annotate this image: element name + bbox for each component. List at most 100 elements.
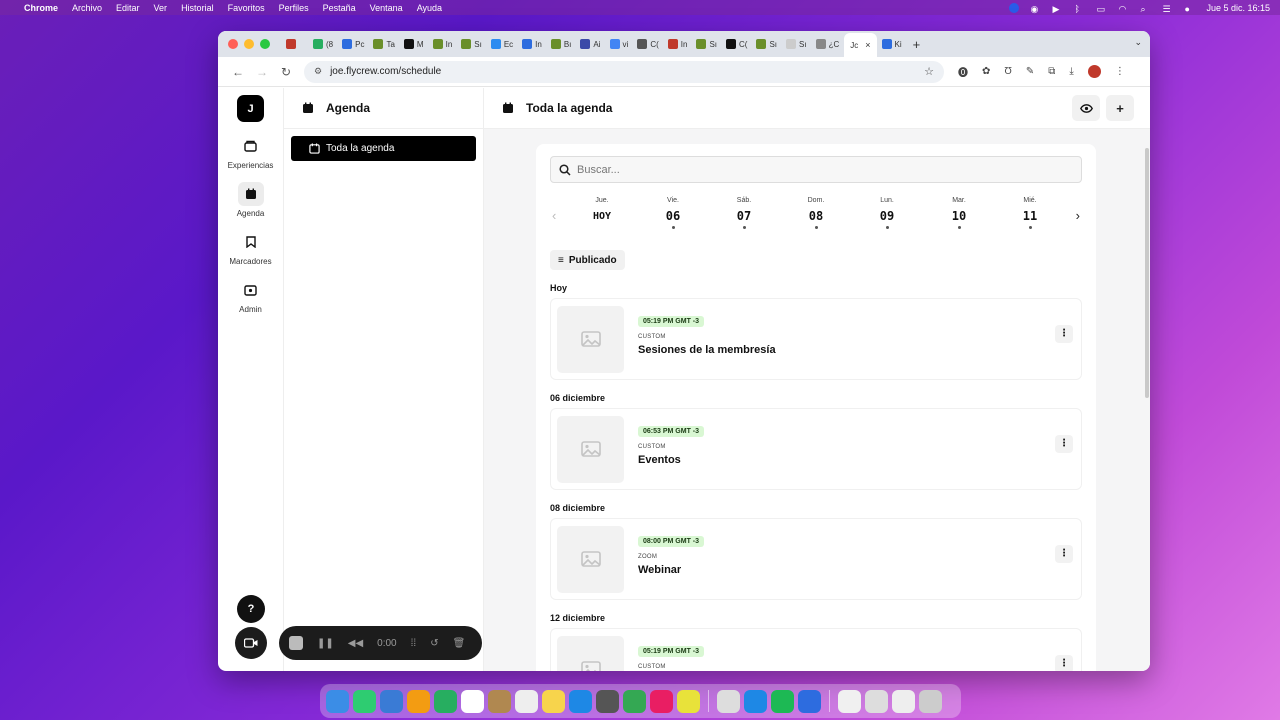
camera-record-button[interactable] — [235, 627, 267, 659]
rail-item-agenda[interactable]: Agenda — [218, 182, 283, 218]
dock-folder-app-icon-0[interactable] — [838, 689, 861, 713]
dock-app-icon-4[interactable] — [434, 689, 457, 713]
control-center-icon[interactable]: ☰ — [1162, 4, 1173, 14]
event-more-options-icon[interactable]: ⋮ — [1055, 655, 1073, 671]
extension-badge-icon[interactable]: ✿ — [982, 66, 990, 77]
back-arrow-icon[interactable]: ← — [226, 65, 250, 79]
tab-3[interactable]: Ta — [369, 34, 398, 54]
menubar-clock[interactable]: Jue 5 dic. 16:15 — [1206, 3, 1270, 13]
tab-active[interactable]: Jc × — [844, 33, 877, 57]
tab-0[interactable] — [282, 34, 308, 54]
dock-app-icon-12[interactable] — [650, 689, 673, 713]
new-tab-button[interactable]: + — [913, 37, 921, 52]
event-more-options-icon[interactable]: ⋮ — [1055, 435, 1073, 453]
dock-recent-app-icon-2[interactable] — [771, 689, 794, 713]
tab-4[interactable]: M — [400, 34, 428, 54]
dock-recent-app-icon-1[interactable] — [744, 689, 767, 713]
search-input[interactable]: Buscar... — [550, 156, 1082, 183]
tab-11[interactable]: vi — [606, 34, 633, 54]
site-info-icon[interactable]: ⚙ — [314, 66, 322, 77]
event-card[interactable]: 05:19 PM GMT -3 CUSTOM Sesiones de la me… — [550, 628, 1082, 671]
dock-recent-app-icon-0[interactable] — [717, 689, 740, 713]
menu-perfiles[interactable]: Perfiles — [279, 3, 309, 13]
search-icon[interactable]: ⌕ — [1140, 4, 1151, 14]
tab-15[interactable]: C( — [722, 34, 751, 54]
rail-item-marcadores[interactable]: Marcadores — [218, 230, 283, 266]
day-3[interactable]: Dom. 08 — [791, 197, 841, 229]
dock-app-icon-7[interactable] — [515, 689, 538, 713]
puzzle-extensions-icon[interactable]: ⧉ — [1048, 66, 1055, 77]
tab-search-chevron-icon[interactable]: ⌄ — [1134, 37, 1142, 48]
menu-app-name[interactable]: Chrome — [24, 3, 58, 13]
day-5[interactable]: Mar. 10 — [934, 197, 984, 229]
color-picker-extension-icon[interactable]: ✎ — [1026, 66, 1034, 77]
reload-icon[interactable]: ↻ — [274, 65, 298, 79]
main-scrollbar[interactable] — [1145, 148, 1149, 398]
next-week-arrow-icon[interactable]: › — [1076, 208, 1080, 223]
panel-item-toda-la-agenda[interactable]: Toda la agenda — [291, 136, 476, 161]
rail-item-experiencias[interactable]: Experiencias — [218, 134, 283, 170]
dock-app-icon-13[interactable] — [677, 689, 700, 713]
filter-published-button[interactable]: ≡ Publicado — [550, 250, 625, 270]
dock-folder-app-icon-3[interactable] — [919, 689, 942, 713]
stop-recording-icon[interactable] — [289, 636, 303, 650]
menu-ventana[interactable]: Ventana — [370, 3, 403, 13]
tab-5[interactable]: In — [429, 34, 457, 54]
dock-app-icon-2[interactable] — [380, 689, 403, 713]
tab-1[interactable]: (8 — [309, 34, 337, 54]
forward-arrow-icon[interactable]: → — [250, 65, 274, 79]
prev-week-arrow-icon[interactable]: ‹ — [552, 208, 556, 223]
trash-icon[interactable]: 🗑 — [453, 638, 466, 649]
tab-10[interactable]: Ai — [576, 34, 604, 54]
menu-ver[interactable]: Ver — [154, 3, 168, 13]
tab-8[interactable]: In — [518, 34, 546, 54]
day-6[interactable]: Mié. 11 — [1005, 197, 1055, 229]
workspace-logo[interactable]: J — [237, 95, 264, 122]
tab-17[interactable]: Sı — [782, 34, 811, 54]
minimize-window-button[interactable] — [244, 39, 254, 49]
maximize-window-button[interactable] — [260, 39, 270, 49]
restart-icon[interactable]: ↺ — [430, 638, 438, 649]
tab-7[interactable]: Ec — [487, 34, 517, 54]
tab-14[interactable]: Sı — [692, 34, 721, 54]
dock-app-icon-6[interactable] — [488, 689, 511, 713]
event-card[interactable]: 08:00 PM GMT -3 ZOOM Webinar ⋮ — [550, 518, 1082, 600]
battery-icon[interactable]: ▭ — [1096, 4, 1107, 14]
menu-editar[interactable]: Editar — [116, 3, 140, 13]
add-button[interactable]: + — [1106, 95, 1134, 121]
event-card[interactable]: 06:53 PM GMT -3 CUSTOM Eventos ⋮ — [550, 408, 1082, 490]
rewind-icon[interactable]: ◀◀ — [348, 638, 363, 649]
zoom-status-icon[interactable] — [1009, 2, 1020, 13]
tab-2[interactable]: Pc — [338, 34, 368, 54]
menu-historial[interactable]: Historial — [181, 3, 214, 13]
bluetooth-icon[interactable]: ᛒ — [1074, 4, 1085, 14]
dock-folder-app-icon-2[interactable] — [892, 689, 915, 713]
url-text[interactable]: joe.flycrew.com/schedule — [330, 66, 441, 77]
wifi-icon[interactable]: ◠ — [1118, 4, 1129, 14]
event-more-options-icon[interactable]: ⋮ — [1055, 545, 1073, 563]
download-icon[interactable]: ⤓ — [1069, 66, 1073, 77]
url-field[interactable]: ⚙ joe.flycrew.com/schedule ☆ — [304, 60, 944, 83]
play-status-icon[interactable]: ▶ — [1052, 4, 1063, 14]
menu-ayuda[interactable]: Ayuda — [417, 3, 442, 13]
dock-folder-app-icon-1[interactable] — [865, 689, 888, 713]
profile-avatar[interactable] — [1087, 65, 1101, 78]
menu-archivo[interactable]: Archivo — [72, 3, 102, 13]
tab-16[interactable]: Sı — [752, 34, 781, 54]
day-0[interactable]: Jue. HOY — [577, 197, 627, 222]
dock-app-icon-3[interactable] — [407, 689, 430, 713]
bookmark-star-icon[interactable]: ☆ — [924, 65, 934, 78]
tab-12[interactable]: C( — [633, 34, 662, 54]
menu-pestana[interactable]: Pestaña — [323, 3, 356, 13]
pause-icon[interactable]: ❚❚ — [317, 638, 334, 649]
close-tab-icon[interactable]: × — [865, 40, 870, 50]
tab-13[interactable]: In — [664, 34, 692, 54]
rail-item-admin[interactable]: Admin — [218, 278, 283, 314]
dock-app-icon-9[interactable] — [569, 689, 592, 713]
event-card[interactable]: 05:19 PM GMT -3 CUSTOM Sesiones de la me… — [550, 298, 1082, 380]
menu-favoritos[interactable]: Favoritos — [228, 3, 265, 13]
dock-app-icon-0[interactable] — [326, 689, 349, 713]
day-1[interactable]: Vie. 06 — [648, 197, 698, 229]
grid-icon[interactable]: ⁞⁞ — [411, 638, 417, 649]
dock-app-icon-1[interactable] — [353, 689, 376, 713]
